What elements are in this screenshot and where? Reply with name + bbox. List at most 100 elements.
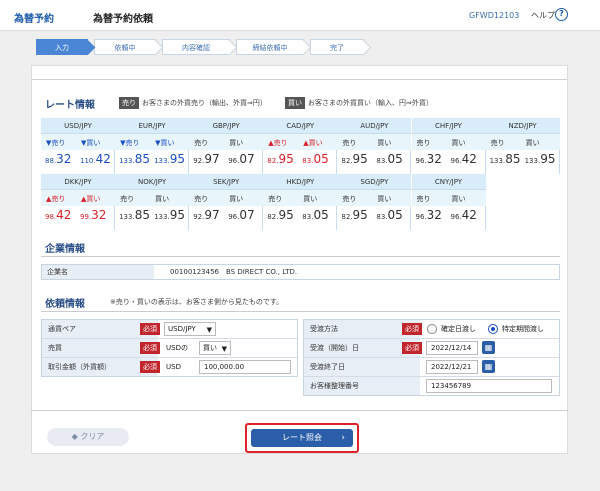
currency-pair-name: CHF/JPY <box>411 118 486 134</box>
sell-rate-dec: 95 <box>278 208 294 222</box>
buy-label: 買い <box>525 139 540 147</box>
buy-rate: 83.05 <box>376 208 402 228</box>
buy-rate-dec: 05 <box>387 152 403 166</box>
sell-label: 売り <box>194 195 209 203</box>
screen-id: GFWD12103 <box>469 11 520 20</box>
reference-input[interactable]: 123456789 <box>426 379 552 393</box>
sell-rate-int: 98. <box>45 213 57 221</box>
calendar-icon[interactable]: ▦ <box>482 360 495 373</box>
buy-rate-dec: 07 <box>239 208 255 222</box>
sell-rate: 133.85 <box>119 152 150 172</box>
buy-rate-dec: 95 <box>169 152 185 166</box>
buy-rate: 133.95 <box>154 208 185 228</box>
currency-pair-name: CAD/JPY <box>263 118 338 134</box>
buy-label: 買い <box>377 139 392 147</box>
sell-rate-dec: 42 <box>56 208 72 222</box>
sell-rate-int: 133. <box>489 157 506 165</box>
help-icon[interactable]: ? <box>555 8 568 21</box>
rate-cell: AUD/JPY 売り 買い 82.95 83.05 <box>337 118 412 174</box>
sell-label: ▼売り <box>46 139 66 147</box>
buy-rate-int: 96. <box>450 213 462 221</box>
reference-row: お客様整理番号 123456789 <box>304 377 559 396</box>
start-date-row: 受渡（開始）日 必須 2022/12/14 ▦ <box>304 339 559 358</box>
required-badge: 必須 <box>402 342 422 354</box>
sell-rate-int: 96. <box>415 213 427 221</box>
sell-rate-dec: 95 <box>352 208 368 222</box>
amount-row: 取引金額（外貨額） 必須 USD 100,000.00 <box>42 358 297 377</box>
sell-rate-int: 82. <box>267 157 279 165</box>
sell-rate: 133.85 <box>119 208 150 228</box>
step-confirm: 内容確認 <box>162 39 230 55</box>
divider <box>41 256 560 257</box>
buy-badge: 買い <box>285 97 305 109</box>
delivery-period-label: 特定期間渡し <box>502 325 544 333</box>
required-badge: 必須 <box>140 361 160 373</box>
sell-rate-int: 92. <box>193 157 205 165</box>
trade-value: 買い <box>203 344 217 352</box>
buy-rate-int: 99. <box>80 213 92 221</box>
buy-rate: 83.05 <box>302 208 328 228</box>
buy-label: 買い <box>229 195 244 203</box>
step-indicator: 入力 依頼中 内容確認 締結依頼中 完了 <box>36 39 366 55</box>
sell-label: 売り <box>416 195 431 203</box>
sell-rate-int: 82. <box>341 157 353 165</box>
rate-cell: CNY/JPY 売り 買い 96.32 96.42 <box>411 174 486 230</box>
step-complete: 完了 <box>310 39 364 55</box>
sell-rate-dec: 32 <box>56 152 72 166</box>
request-form-left: 通貨ペア 必須 USD/JPY ▼ 売買 必須 USDの 買い ▼ 取引金額（外… <box>41 319 298 377</box>
currency-pair-name: NZD/JPY <box>485 118 560 134</box>
required-badge: 必須 <box>140 342 160 354</box>
buy-rate-dec: 07 <box>239 152 255 166</box>
calendar-icon[interactable]: ▦ <box>482 341 495 354</box>
buy-rate-dec: 42 <box>461 208 477 222</box>
buy-label: 買い <box>303 195 318 203</box>
main-panel: レート情報 売り お客さまの外貨売り（輸出、外貨⇒円） 買い お客さまの外貨買い… <box>31 65 568 454</box>
delivery-fixed-label: 確定日渡し <box>441 325 476 333</box>
rate-inquiry-label: レート照会 <box>282 433 322 442</box>
required-badge: 必須 <box>140 323 160 335</box>
divider <box>41 311 560 312</box>
sell-rate-int: 133. <box>119 157 135 165</box>
sell-label: 売り <box>120 195 135 203</box>
sell-rate-int: 92. <box>193 213 205 221</box>
reference-label: お客様整理番号 <box>304 377 420 395</box>
buy-rate-int: 83. <box>376 213 388 221</box>
sell-rate: 98.42 <box>45 208 71 228</box>
buy-label: 買い <box>451 139 466 147</box>
sell-rate-int: 82. <box>341 213 353 221</box>
end-date-input[interactable]: 2022/12/21 <box>426 360 478 374</box>
start-date-input[interactable]: 2022/12/14 <box>426 341 478 355</box>
buy-rate-dec: 32 <box>91 208 107 222</box>
delivery-method-row: 受渡方法 必須 確定日渡し 特定期間渡し <box>304 320 559 339</box>
trade-select[interactable]: 買い ▼ <box>199 341 231 355</box>
rate-cell: NZD/JPY 売り 買い 133.85 133.95 <box>485 118 560 174</box>
currency-pair-name: CNY/JPY <box>411 174 486 190</box>
buy-label: ▼買い <box>81 139 101 147</box>
sell-label: 売り <box>194 139 209 147</box>
sell-rate: 82.95 <box>341 208 367 228</box>
help-link[interactable]: ヘルプ <box>531 10 555 21</box>
currency-pair-name: DKK/JPY <box>41 174 115 190</box>
sell-rate-dec: 32 <box>426 152 442 166</box>
buy-label: ▲買い <box>81 195 101 203</box>
rate-inquiry-highlight: レート照会 › <box>245 423 359 453</box>
clear-button[interactable]: ◆ クリア <box>47 428 129 446</box>
buy-legend: お客さまの外貨買い（輸入、円⇒外貨） <box>308 99 433 107</box>
buy-rate-int: 83. <box>376 157 388 165</box>
sell-rate-dec: 85 <box>505 152 521 166</box>
amount-input[interactable]: 100,000.00 <box>199 360 291 374</box>
currency-pair-name: AUD/JPY <box>337 118 412 134</box>
step-requesting: 依頼中 <box>94 39 156 55</box>
sell-label: 売り <box>342 139 357 147</box>
delivery-fixed-radio[interactable] <box>427 324 437 334</box>
buy-rate-dec: 05 <box>313 152 329 166</box>
sell-rate-dec: 95 <box>352 152 368 166</box>
buy-rate: 110.42 <box>80 152 111 172</box>
rate-cell: CHF/JPY 売り 買い 96.32 96.42 <box>411 118 486 174</box>
currency-pair-select[interactable]: USD/JPY ▼ <box>164 322 216 336</box>
rate-cell: NOK/JPY 売り 買い 133.85 133.95 <box>115 174 190 230</box>
buy-rate-dec: 05 <box>387 208 403 222</box>
rate-inquiry-button[interactable]: レート照会 › <box>251 429 353 447</box>
sell-rate-dec: 85 <box>134 152 150 166</box>
delivery-period-radio[interactable] <box>488 324 498 334</box>
